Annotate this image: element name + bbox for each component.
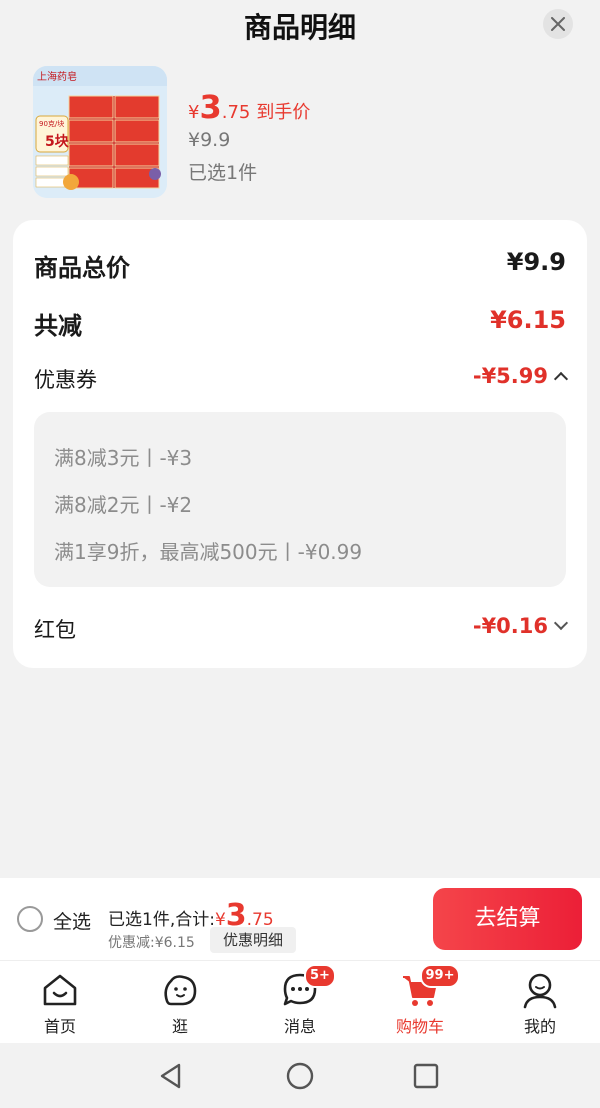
checkout-bar: 全选 已选1件,合计:¥3.75 优惠减:¥6.15 优惠明细 去结算 (0, 878, 600, 960)
close-icon (551, 17, 565, 31)
product-thumbnail: 上海药皂 90克/块 5块 (33, 66, 167, 198)
discount-detail-button[interactable]: 优惠明细 (210, 927, 296, 953)
redpacket-row[interactable]: 红包 -¥0.16 (34, 610, 569, 650)
redpacket-value-wrap: -¥0.16 (472, 614, 569, 638)
tab-label: 逛 (171, 1017, 188, 1036)
tab-home[interactable]: 首页 (0, 961, 120, 1043)
coupon-value: -¥5.99 (472, 364, 548, 388)
coupon-item: 满1享9折，最高减500元丨-¥0.99 (54, 540, 363, 564)
browse-icon (164, 975, 197, 1006)
deal-price: ¥3.75 到手价 (188, 88, 310, 126)
chevron-down-icon[interactable] (553, 615, 569, 631)
redpacket-value: -¥0.16 (472, 614, 548, 638)
header: 商品明细 (0, 0, 600, 50)
reduce-row: 共减 ¥6.15 (34, 302, 566, 342)
discount-text: 优惠减:¥6.15 (108, 935, 195, 951)
coupon-value-wrap: -¥5.99 (472, 364, 569, 388)
price-tag: 到手价 (256, 102, 311, 123)
tab-label: 首页 (43, 1017, 76, 1036)
svg-text:90克/块: 90克/块 (39, 119, 64, 128)
profile-icon (523, 973, 557, 1009)
message-badge: 5+ (304, 964, 336, 988)
coupon-label: 优惠券 (34, 368, 97, 392)
price-currency: ¥ (188, 102, 200, 123)
redpacket-label: 红包 (34, 618, 76, 642)
chevron-up-icon[interactable] (553, 371, 569, 387)
svg-text:5块: 5块 (45, 134, 70, 150)
tab-browse[interactable]: 逛 (120, 961, 240, 1043)
tab-messages[interactable]: 5+ 消息 (240, 961, 360, 1043)
bottom-tabbar: 首页 逛 5+ 消息 99+ 购物车 我的 (0, 960, 600, 1043)
price-integer: 3 (199, 88, 222, 126)
close-button[interactable] (543, 9, 573, 39)
tab-profile[interactable]: 我的 (480, 961, 600, 1043)
reduce-value: ¥6.15 (490, 306, 566, 334)
cart-badge: 99+ (420, 964, 460, 988)
total-row: 商品总价 ¥9.9 (34, 244, 566, 284)
total-value: ¥9.9 (506, 248, 566, 276)
select-all-checkbox[interactable] (17, 906, 43, 932)
recents-icon[interactable] (413, 1063, 439, 1089)
back-icon[interactable] (157, 1062, 185, 1090)
total-label: 商品总价 (34, 254, 130, 282)
coupon-list: 满8减3元丨-¥3 满8减2元丨-¥2 满1享9折，最高减500元丨-¥0.99 (34, 412, 566, 587)
tab-label: 消息 (283, 1017, 316, 1036)
price-decimal: .75 (221, 102, 251, 123)
tab-label: 我的 (523, 1017, 556, 1036)
select-all-label[interactable]: 全选 (53, 907, 91, 934)
home-icon (43, 974, 77, 1006)
system-nav-bar (0, 1043, 600, 1108)
coupon-row[interactable]: 优惠券 -¥5.99 (34, 360, 569, 400)
original-price: ¥9.9 (188, 129, 231, 151)
tab-label: 购物车 (395, 1017, 444, 1036)
home-circle-icon[interactable] (286, 1062, 314, 1090)
summary-prefix: 已选1件,合计: (108, 910, 215, 930)
selected-count: 已选1件 (188, 162, 258, 184)
page-title: 商品明细 (243, 11, 356, 44)
coupon-item: 满8减2元丨-¥2 (54, 493, 193, 517)
tab-cart[interactable]: 99+ 购物车 (360, 961, 480, 1043)
price-summary-card: 商品总价 ¥9.9 共减 ¥6.15 优惠券 -¥5.99 满8减3元丨-¥3 … (13, 220, 587, 668)
checkout-button[interactable]: 去结算 (433, 888, 582, 950)
reduce-label: 共减 (34, 312, 82, 340)
coupon-item: 满8减3元丨-¥3 (54, 446, 193, 470)
svg-text:上海药皂: 上海药皂 (37, 70, 77, 83)
